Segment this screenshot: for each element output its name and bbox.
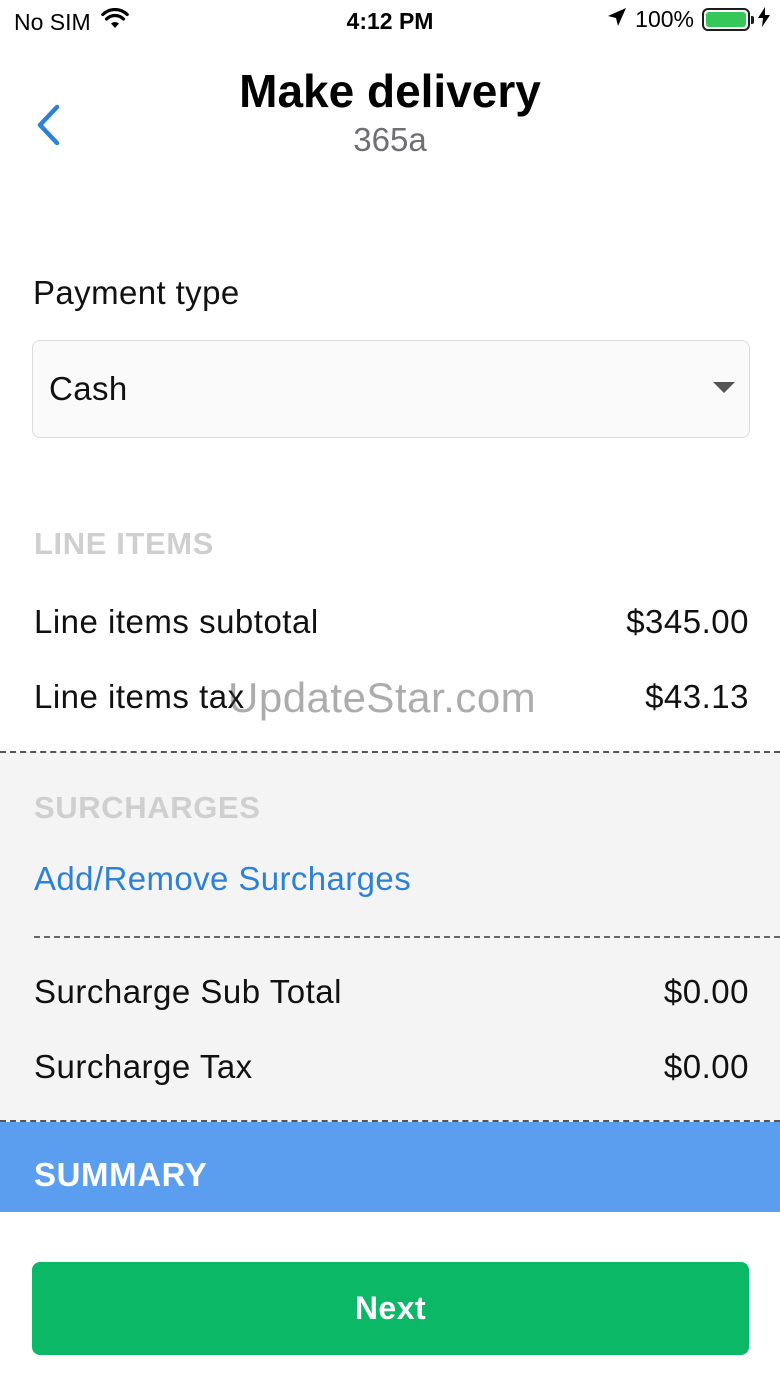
surcharge-subtotal-value: $0.00 [663, 973, 749, 1010]
carrier-label: No SIM [14, 8, 91, 35]
page-subtitle: 365a [353, 121, 427, 158]
add-remove-surcharges-link[interactable]: Add/Remove Surcharges [34, 860, 411, 898]
battery-percent: 100% [635, 6, 694, 32]
footer: Next [0, 1212, 780, 1387]
surcharges-section-title: SURCHARGES [34, 790, 261, 825]
wifi-icon [100, 7, 129, 36]
status-left: No SIM [14, 7, 129, 36]
divider-dashed [0, 751, 780, 753]
battery-cap [751, 16, 754, 24]
next-button[interactable]: Next [32, 1262, 749, 1355]
divider-dashed-inner [34, 936, 780, 938]
status-bar: No SIM 4:12 PM 100% [0, 0, 780, 44]
line-items-subtotal-value: $345.00 [626, 603, 749, 640]
charging-bolt-icon [758, 6, 770, 33]
line-items-tax-value: $43.13 [645, 678, 749, 715]
battery-fill [706, 12, 746, 27]
payment-type-label: Payment type [33, 274, 240, 311]
payment-type-select[interactable]: Cash [32, 340, 750, 438]
delivery-screen: No SIM 4:12 PM 100% Make delivery 365a P… [0, 0, 780, 1387]
surcharge-tax-value: $0.00 [663, 1048, 749, 1085]
battery-icon [702, 8, 754, 31]
summary-section-header: SUMMARY [0, 1122, 780, 1212]
caret-down-icon [713, 381, 735, 399]
line-items-tax-label: Line items tax [34, 678, 245, 715]
location-arrow-icon [607, 6, 627, 33]
summary-section-title: SUMMARY [34, 1156, 208, 1193]
status-right: 100% [607, 6, 770, 33]
surcharge-subtotal-label: Surcharge Sub Total [34, 973, 342, 1010]
payment-type-value: Cash [49, 370, 128, 407]
page-title: Make delivery [239, 65, 541, 117]
watermark: UpdateStar.com [228, 674, 537, 721]
surcharge-tax-label: Surcharge Tax [34, 1048, 253, 1085]
line-items-section-title: LINE ITEMS [34, 526, 214, 561]
line-items-subtotal-label: Line items subtotal [34, 603, 319, 640]
